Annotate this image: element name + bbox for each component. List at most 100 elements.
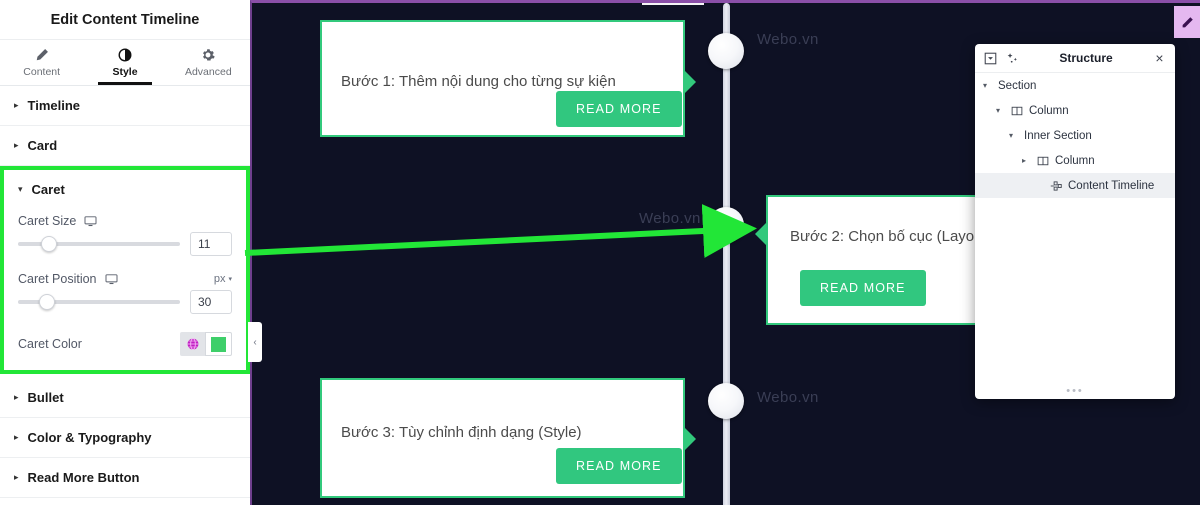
structure-tree-item[interactable]: ▾ Section <box>975 73 1175 98</box>
section-label: Timeline <box>27 98 81 113</box>
chevron-right-icon: ▸ <box>14 100 19 110</box>
caret-size-slider[interactable] <box>18 236 180 252</box>
card-caret <box>685 428 696 450</box>
tab-style[interactable]: Style <box>83 40 166 85</box>
section-label: Caret <box>31 181 65 197</box>
sidebar-section-caret-header[interactable]: ▾ Caret <box>4 170 246 208</box>
dynamic-tags-globe-icon[interactable] <box>180 332 205 356</box>
chevron-down-icon: ▾ <box>18 183 23 194</box>
structure-tree-item-label: Content Timeline <box>1068 179 1155 192</box>
close-icon[interactable]: × <box>1153 51 1166 65</box>
editor-sidebar: Edit Content Timeline Content Style Adva… <box>0 0 250 505</box>
structure-tree-item[interactable]: ▸ Column <box>975 148 1175 173</box>
chevron-down-icon[interactable]: ▾ <box>1009 131 1018 140</box>
caret-position-unit-select[interactable]: px ▾ <box>214 273 232 285</box>
panel-dropdown-icon[interactable] <box>984 52 997 65</box>
tab-label: Content <box>23 65 61 78</box>
chevron-right-icon: ▸ <box>14 472 19 482</box>
read-more-button[interactable]: READ MORE <box>800 270 926 306</box>
card-text: Bước 1: Thêm nội dung cho từng sự kiện <box>341 73 616 90</box>
caret-color-row: Caret Color <box>4 324 246 370</box>
sidebar-tabs: Content Style Advanced <box>0 40 250 86</box>
caret-position-label: Caret Position <box>18 272 97 286</box>
responsive-monitor-icon[interactable] <box>84 215 97 227</box>
card-text: Bước 2: Chọn bố cục (Layout) <box>790 228 992 245</box>
canvas-top-nub <box>642 3 704 5</box>
section-label: Read More Button <box>27 470 140 485</box>
structure-resize-handle[interactable]: ••• <box>975 383 1175 399</box>
section-label: Color & Typography <box>27 430 152 445</box>
caret-size-row: Caret Size <box>4 208 246 228</box>
chevron-right-icon: ▸ <box>14 140 19 150</box>
structure-panel-header: Structure × <box>975 44 1175 73</box>
chevron-down-icon[interactable]: ▾ <box>983 81 992 90</box>
timeline-bullet[interactable] <box>708 33 744 69</box>
caret-position-slider[interactable] <box>18 294 180 310</box>
sidebar-collapse-handle[interactable]: ‹ <box>248 322 262 362</box>
read-more-button[interactable]: READ MORE <box>556 91 682 127</box>
edit-badge[interactable] <box>1174 6 1200 38</box>
caret-position-row: Caret Position px ▾ <box>4 266 246 286</box>
caret-size-input[interactable]: 11 <box>190 232 232 256</box>
sidebar-section-card[interactable]: ▸ Card <box>0 126 250 166</box>
chevron-right-icon: ▸ <box>14 392 19 402</box>
chevron-down-icon[interactable]: ▾ <box>996 106 1005 115</box>
gear-icon <box>203 48 216 61</box>
chevron-right-icon[interactable]: ▸ <box>1022 156 1031 165</box>
responsive-monitor-icon[interactable] <box>105 273 118 285</box>
column-icon <box>1011 106 1023 115</box>
watermark: Webo.vn <box>639 210 701 227</box>
color-swatch <box>211 336 226 352</box>
caret-size-label: Caret Size <box>18 214 77 228</box>
slider-thumb[interactable] <box>39 294 55 310</box>
card-caret <box>755 223 766 245</box>
globe-icon <box>187 338 198 350</box>
slider-thumb[interactable] <box>40 236 57 252</box>
tab-label: Advanced <box>184 65 232 78</box>
column-icon <box>1037 156 1049 165</box>
sidebar-section-color-typography[interactable]: ▸ Color & Typography <box>0 418 250 458</box>
tab-label: Style <box>112 65 138 78</box>
tab-content[interactable]: Content <box>0 40 83 85</box>
caret-color-label: Caret Color <box>18 337 82 351</box>
watermark: Webo.vn <box>757 389 819 406</box>
structure-tree-item[interactable]: ▾ Inner Section <box>975 123 1175 148</box>
structure-tree: ▾ Section ▾ Column ▾ Inner Section ▸ Column Cont… <box>975 73 1175 198</box>
structure-tree-item-label: Inner Section <box>1024 129 1092 142</box>
card-text: Bước 3: Tùy chỉnh định dạng (Style) <box>341 424 582 441</box>
pencil-edit-icon <box>1182 16 1193 27</box>
caret-position-input[interactable]: 30 <box>190 290 232 314</box>
sidebar-section-timeline[interactable]: ▸ Timeline <box>0 86 250 126</box>
structure-tree-item[interactable]: Content Timeline <box>975 173 1175 198</box>
screen-root: Webo.vn Webo.vn Webo.vn Bước 1: Thêm nội… <box>0 0 1200 505</box>
caret-color-control <box>180 332 232 356</box>
section-label: Card <box>27 138 58 153</box>
sidebar-section-caret: ▾ Caret Caret Size 11 Caret Position px … <box>0 166 250 374</box>
timeline-card[interactable]: Bước 3: Tùy chỉnh định dạng (Style) READ… <box>320 378 685 498</box>
timeline-bullet[interactable] <box>708 383 744 419</box>
structure-tree-item-label: Section <box>998 79 1037 92</box>
caret-size-control: 11 <box>4 228 246 266</box>
tab-advanced[interactable]: Advanced <box>167 40 250 85</box>
chevron-right-icon: ▸ <box>14 432 19 442</box>
card-caret <box>685 71 696 93</box>
caret-position-control: 30 <box>4 286 246 324</box>
caret-color-swatch-button[interactable] <box>205 332 232 356</box>
contrast-icon <box>118 48 132 61</box>
structure-panel[interactable]: Structure × ▾ Section ▾ Column ▾ Inner Sectio… <box>975 44 1175 399</box>
read-more-button[interactable]: READ MORE <box>556 448 682 484</box>
timeline-bullet[interactable] <box>708 207 744 243</box>
structure-tree-item[interactable]: ▾ Column <box>975 98 1175 123</box>
structure-panel-title: Structure <box>1059 51 1113 65</box>
section-label: Bullet <box>27 390 64 405</box>
sidebar-section-read-more-button[interactable]: ▸ Read More Button <box>0 458 250 498</box>
pencil-icon <box>36 48 48 60</box>
timeline-card[interactable]: Bước 1: Thêm nội dung cho từng sự kiện R… <box>320 20 685 137</box>
watermark: Webo.vn <box>757 31 819 48</box>
structure-tree-item-label: Column <box>1029 104 1069 117</box>
chevron-down-icon: ▾ <box>228 276 232 283</box>
widget-icon <box>1050 180 1062 191</box>
navigator-sparkle-icon[interactable] <box>1006 52 1019 65</box>
sidebar-section-bullet[interactable]: ▸ Bullet <box>0 378 250 418</box>
page-title: Edit Content Timeline <box>0 0 250 40</box>
